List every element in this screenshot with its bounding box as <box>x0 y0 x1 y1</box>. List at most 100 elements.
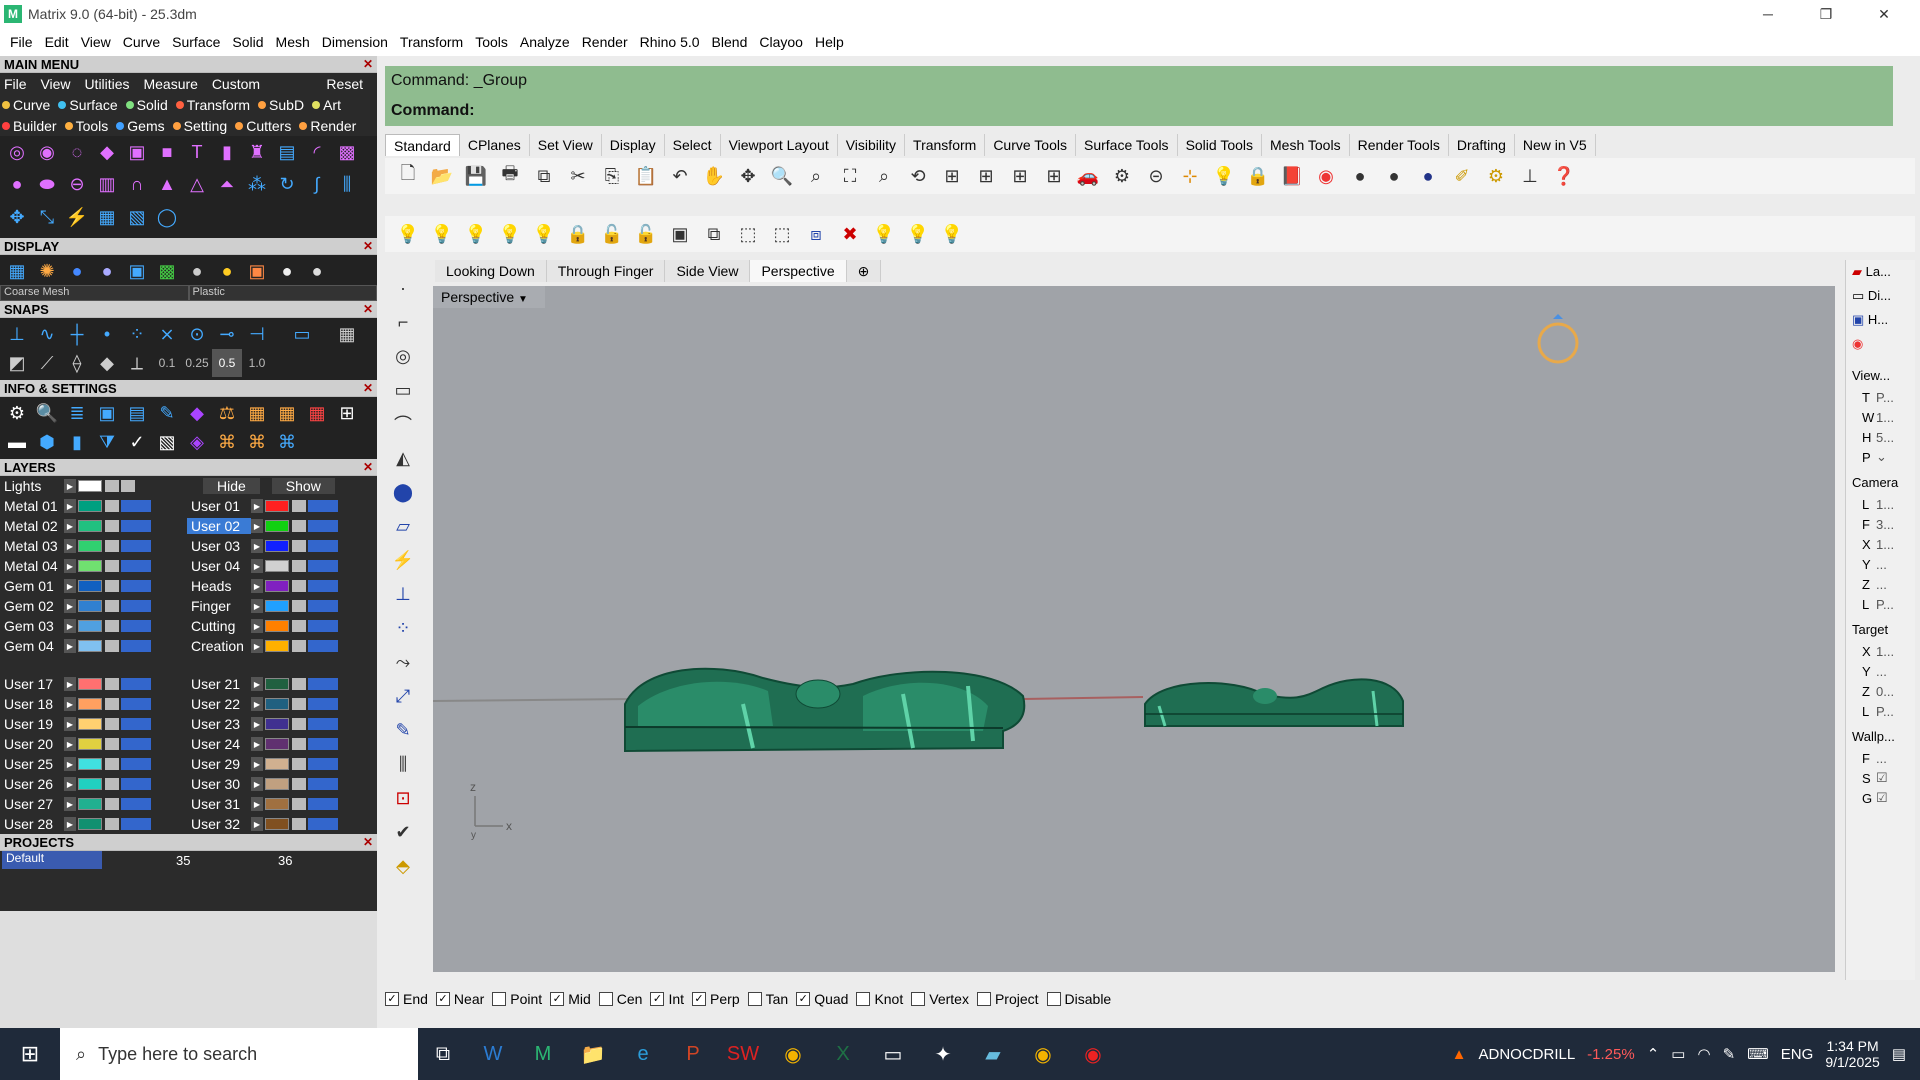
bulb-pair-icon[interactable]: 💡 <box>527 219 561 249</box>
solidworks-icon[interactable]: SW <box>718 1028 768 1080</box>
view-prop-height[interactable]: H 5... <box>1846 427 1915 447</box>
check-list-icon[interactable]: ✓ <box>122 428 152 456</box>
gem-info-icon[interactable]: ◆ <box>182 399 212 427</box>
expand-icon[interactable]: ▶ <box>64 559 76 573</box>
visibility-toggle[interactable] <box>308 758 338 770</box>
align-tool-icon[interactable]: ⤢ <box>389 682 417 710</box>
view-prop-width[interactable]: W 1... <box>1846 407 1915 427</box>
add-tab-icon[interactable]: ⊕ <box>846 260 882 282</box>
tab-cplanes[interactable]: CPlanes <box>460 134 530 156</box>
menu-view[interactable]: View <box>75 28 117 56</box>
menu-rhino5[interactable]: Rhino 5.0 <box>634 28 706 56</box>
grid-icon[interactable]: ▦ <box>332 320 362 348</box>
layer-cell[interactable]: User 01 ▶ <box>187 498 374 514</box>
monitor-icon[interactable]: ▬ <box>2 428 32 456</box>
layer-color[interactable] <box>78 600 102 612</box>
box-tool-icon[interactable]: ■ <box>152 138 182 166</box>
tab-set-view[interactable]: Set View <box>530 134 602 156</box>
cube-info-icon[interactable]: ⬢ <box>32 428 62 456</box>
tab-curve-tools[interactable]: Curve Tools <box>985 134 1076 156</box>
menu-analyze[interactable]: Analyze <box>514 28 576 56</box>
lock-icon[interactable] <box>105 500 119 512</box>
visibility-toggle[interactable] <box>121 678 151 690</box>
file-explorer-icon[interactable]: 📁 <box>568 1028 618 1080</box>
layer-color[interactable] <box>265 520 289 532</box>
checkbox[interactable]: ✓ <box>650 992 665 1006</box>
sphere-blue-icon[interactable]: ● <box>1411 161 1445 191</box>
lock-icon[interactable] <box>105 758 119 770</box>
deform-tool-icon[interactable]: ⚡ <box>62 203 92 231</box>
layer-cell[interactable]: User 04 ▶ <box>187 558 374 574</box>
visibility-toggle[interactable] <box>121 798 151 810</box>
lock-icon[interactable] <box>105 698 119 710</box>
lock-icon[interactable] <box>292 580 306 592</box>
menu-transform[interactable]: Transform <box>394 28 469 56</box>
expand-icon[interactable]: ▶ <box>251 539 263 553</box>
panel-tool-icon[interactable]: ▤ <box>272 138 302 166</box>
layer-color[interactable] <box>78 520 102 532</box>
filter-icon[interactable]: ⧩ <box>92 428 122 456</box>
expand-icon[interactable]: ▶ <box>64 499 76 513</box>
layer-cell[interactable]: User 31 ▶ <box>187 796 374 812</box>
lock-icon[interactable] <box>292 778 306 790</box>
lock-icon[interactable] <box>105 540 119 552</box>
lock-icon[interactable]: 🔒 <box>1241 161 1275 191</box>
snap-tan-icon[interactable]: ⊸ <box>212 320 242 348</box>
lock-icon[interactable] <box>105 738 119 750</box>
checkbox[interactable] <box>856 992 871 1006</box>
osnap-near[interactable]: ✓ Near <box>435 991 484 1007</box>
gem-tool-icon[interactable]: ◆ <box>92 138 122 166</box>
visibility-toggle[interactable] <box>121 520 151 532</box>
layer-color[interactable] <box>78 698 102 710</box>
layer-cell[interactable]: Creation ▶ <box>187 638 374 654</box>
layer-group-divider[interactable] <box>0 656 377 674</box>
expand-icon[interactable]: ▶ <box>251 677 263 691</box>
layer-cell[interactable]: Metal 01 ▶ <box>0 498 187 514</box>
visibility-toggle[interactable] <box>308 560 338 572</box>
chrome-profile-icon[interactable]: ◉ <box>1018 1028 1068 1080</box>
menu-surface-item[interactable]: Surface <box>58 97 118 113</box>
zoom-selected-icon[interactable]: ⌕ <box>867 161 901 191</box>
tree3-icon[interactable]: ⌘ <box>272 428 302 456</box>
edit-tool-icon[interactable]: ✎ <box>389 716 417 744</box>
sphere-grey-icon[interactable]: ● <box>1343 161 1377 191</box>
close-icon[interactable]: ✕ <box>363 380 373 397</box>
rectangle-tool-icon[interactable]: ▭ <box>389 376 417 404</box>
checkbox[interactable] <box>492 992 507 1006</box>
light-bulb-icon[interactable]: 💡 <box>1207 161 1241 191</box>
select-point-icon[interactable]: ⊹ <box>1173 161 1207 191</box>
doc-icon[interactable]: ▤ <box>122 399 152 427</box>
layer-color[interactable] <box>78 540 102 552</box>
visibility-toggle[interactable] <box>121 738 151 750</box>
gumball-icon[interactable]: ◆ <box>92 349 122 377</box>
sidebar-color-wheel[interactable]: ◉ <box>1846 332 1915 356</box>
tab-viewport-layout[interactable]: Viewport Layout <box>721 134 838 156</box>
osnap-mid[interactable]: ✓ Mid <box>550 991 591 1007</box>
cone-tool-icon[interactable]: ▲ <box>152 171 182 199</box>
expand-icon[interactable]: ▶ <box>251 499 263 513</box>
sidebar-tab-layers[interactable]: ▰ La... <box>1846 260 1915 284</box>
expand-icon[interactable]: ▶ <box>64 599 76 613</box>
visibility-toggle[interactable] <box>121 778 151 790</box>
copy-page-icon[interactable]: ⧉ <box>527 161 561 191</box>
lock-icon[interactable] <box>292 678 306 690</box>
curve-tool-icon[interactable]: ◜ <box>302 138 332 166</box>
chrome-material-icon[interactable]: ● <box>302 257 332 285</box>
lock-icon[interactable] <box>105 678 119 690</box>
camera-prop-z[interactable]: Z... <box>1846 574 1915 594</box>
rendered-icon[interactable]: ● <box>92 257 122 285</box>
rotate-tool-icon[interactable]: ↻ <box>272 171 302 199</box>
cut-icon[interactable]: ✂ <box>561 161 595 191</box>
layer-cell[interactable]: User 26 ▶ <box>0 776 187 792</box>
visibility-toggle[interactable] <box>121 560 151 572</box>
swap-select-icon[interactable]: ⧉ <box>697 219 731 249</box>
layer-cell[interactable]: User 02 ▶ <box>187 518 374 534</box>
lock-icon[interactable] <box>105 600 119 612</box>
sphere-dark-icon[interactable]: ● <box>1377 161 1411 191</box>
record-icon[interactable]: ⟂ <box>122 349 152 377</box>
lock-icon[interactable] <box>105 778 119 790</box>
chrome-icon[interactable]: ◉ <box>768 1028 818 1080</box>
rotate-view-icon[interactable]: ⟲ <box>901 161 935 191</box>
target-prop-x[interactable]: X 1... <box>1846 641 1915 661</box>
show-button[interactable]: Show <box>271 478 335 494</box>
